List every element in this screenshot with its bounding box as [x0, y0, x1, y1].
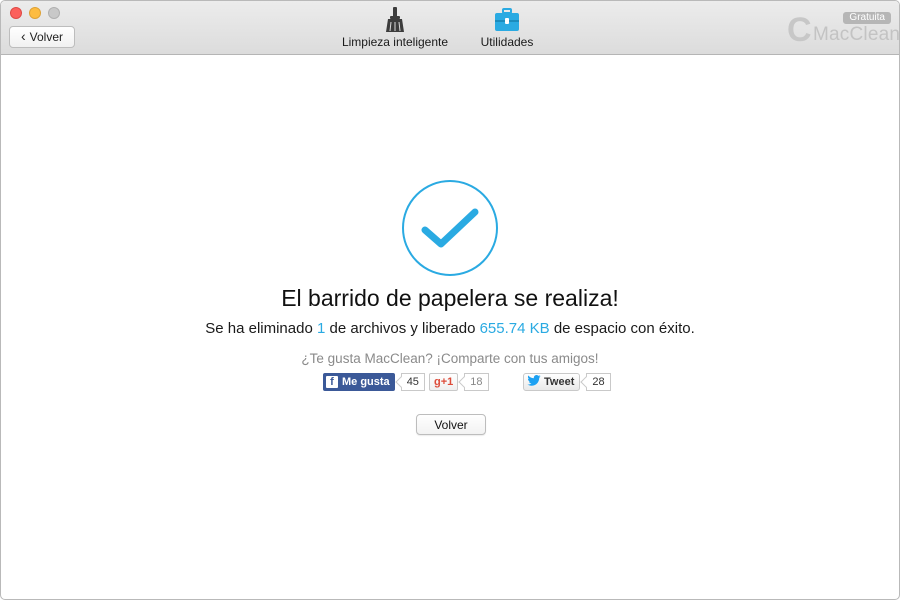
summary-suffix: de espacio con éxito. [553, 320, 695, 337]
back-button-label: Volver [29, 30, 64, 44]
gplus-button[interactable]: g +1 [429, 373, 459, 391]
gplus-widget: g +1 18 [429, 373, 489, 391]
title-bar: ‹ Volver Limpieza inteligente Utilidades… [1, 1, 899, 55]
gplus-count: 18 [464, 373, 489, 391]
close-window-button[interactable] [10, 7, 22, 19]
brand-logo: Gratuita C MacClean [787, 9, 899, 49]
tab-smart-clean-label: Limpieza inteligente [341, 35, 449, 49]
tab-smart-clean[interactable]: Limpieza inteligente [341, 7, 449, 49]
gplus-icon: g [434, 376, 441, 388]
summary-middle: de archivos y liberado [329, 320, 476, 337]
minimize-window-button[interactable] [29, 7, 41, 19]
success-checkmark-icon [402, 180, 498, 276]
free-badge: Gratuita [843, 12, 891, 24]
facebook-like-label: Me gusta [342, 376, 390, 388]
tweet-button[interactable]: Tweet [523, 373, 581, 391]
tweet-count: 28 [586, 373, 611, 391]
result-headline: El barrido de papelera se realiza! [281, 285, 619, 311]
chevron-left-icon: ‹ [20, 28, 26, 44]
facebook-like-button[interactable]: f Me gusta [323, 373, 395, 391]
facebook-like-count: 45 [400, 373, 425, 391]
share-prompt: ¿Te gusta MacClean? ¡Comparte con tus am… [301, 351, 599, 366]
back-button[interactable]: ‹ Volver [9, 26, 75, 48]
gplus-label: +1 [440, 376, 454, 388]
facebook-icon: f [326, 376, 338, 388]
main-content: El barrido de papelera se realiza! Se ha… [1, 56, 899, 599]
toolbox-icon [494, 7, 520, 33]
tab-utilities-label: Utilidades [480, 35, 534, 49]
zoom-window-button[interactable] [48, 7, 60, 19]
freed-size: 655.74 KB [479, 320, 550, 337]
tab-utilities[interactable]: Utilidades [475, 7, 539, 49]
summary-prefix: Se ha eliminado [205, 320, 313, 337]
app-window: ‹ Volver Limpieza inteligente Utilidades… [0, 0, 900, 600]
app-name: MacClean [813, 24, 900, 45]
facebook-like-widget: f Me gusta 45 [323, 373, 425, 391]
tweet-label: Tweet [544, 376, 575, 388]
broom-icon [382, 7, 408, 33]
result-summary: Se ha eliminado 1 de archivos y liberado… [1, 320, 899, 337]
logo-c-mark: C [787, 11, 812, 49]
twitter-bird-icon [527, 375, 541, 389]
twitter-widget: Tweet 28 [523, 373, 611, 391]
files-count: 1 [316, 320, 326, 337]
volver-button[interactable]: Volver [416, 414, 486, 435]
